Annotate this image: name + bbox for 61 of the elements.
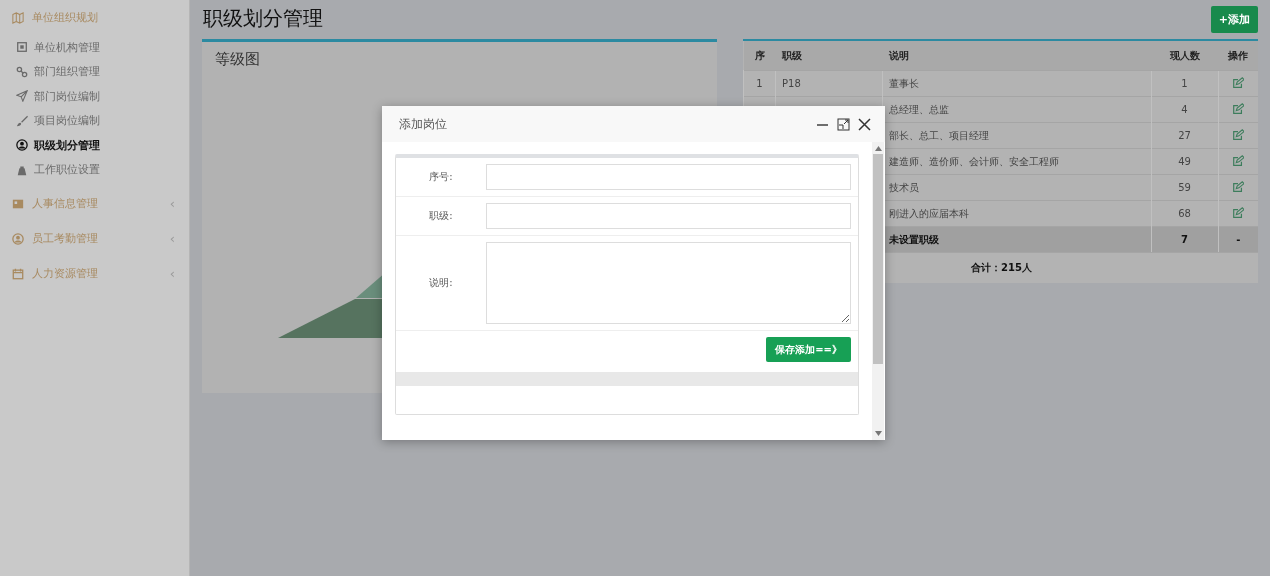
brush-icon xyxy=(16,114,28,127)
link-icon xyxy=(16,65,28,78)
sidebar-group[interactable]: 人事信息管理 ‹ xyxy=(0,186,189,221)
user-circle-icon xyxy=(16,139,28,152)
sidebar-item[interactable]: 项目岗位编制 xyxy=(0,108,189,133)
maximize-icon[interactable] xyxy=(837,117,850,131)
column-header: 职级 xyxy=(775,41,883,71)
table-cell: 49 xyxy=(1151,148,1218,175)
scroll-down-icon[interactable] xyxy=(874,431,882,436)
table-cell: 4 xyxy=(1151,96,1218,123)
table-cell: 董事长 xyxy=(882,70,1151,97)
field-label: 说明: xyxy=(428,276,454,290)
table-cell: 27 xyxy=(1151,122,1218,149)
table-cell: 7 xyxy=(1151,226,1218,252)
input-field[interactable] xyxy=(486,164,851,190)
sidebar-item[interactable]: 部门组织管理 xyxy=(0,59,189,84)
text-area[interactable] xyxy=(486,242,851,324)
table-cell: 1 xyxy=(743,70,776,97)
table-cell: P18 xyxy=(775,70,883,97)
table-cell: - xyxy=(1218,226,1258,252)
chevron-icon: ‹ xyxy=(169,266,175,281)
column-header: 说明 xyxy=(882,41,1151,71)
scrollbar[interactable] xyxy=(872,142,884,440)
total-count: 合计：215人 xyxy=(971,261,1032,275)
edit-icon[interactable] xyxy=(1232,102,1245,115)
panel-title: 等级图 xyxy=(215,50,260,69)
chevron-icon: ‹ xyxy=(169,231,175,246)
table-cell: 1 xyxy=(1151,70,1218,97)
field-label: 职级: xyxy=(428,209,454,223)
scroll-up-icon[interactable] xyxy=(874,146,882,151)
sidebar-group[interactable]: 人力资源管理 ‹ xyxy=(0,256,189,291)
map-icon xyxy=(12,11,24,24)
sidebar-item[interactable]: 职级划分管理 xyxy=(0,133,189,158)
edit-icon[interactable] xyxy=(1232,206,1245,219)
edit-icon[interactable] xyxy=(1232,180,1245,193)
add-button[interactable]: +添加 xyxy=(1210,5,1258,33)
card-icon xyxy=(12,197,24,210)
field-label: 序号: xyxy=(428,170,454,184)
plane-icon xyxy=(16,90,28,103)
frame-icon xyxy=(16,41,28,54)
edit-icon[interactable] xyxy=(1232,76,1245,89)
column-header: 操作 xyxy=(1218,41,1258,71)
input-field[interactable] xyxy=(486,203,851,229)
close-icon[interactable] xyxy=(858,117,871,131)
dialog-title: 添加岗位 xyxy=(399,115,448,133)
sidebar-item[interactable]: 单位机构管理 xyxy=(0,35,189,60)
calendar-icon xyxy=(12,267,24,280)
sidebar-group[interactable]: 单位组织规划 xyxy=(0,0,189,35)
table-cell: 未设置职级 xyxy=(882,226,1151,252)
sidebar-group[interactable]: 员工考勤管理 ‹ xyxy=(0,221,189,256)
edit-icon[interactable] xyxy=(1232,128,1245,141)
save-button[interactable]: 保存添加==》 xyxy=(766,337,851,362)
chevron-icon: ‹ xyxy=(169,196,175,211)
column-header: 序 xyxy=(743,41,776,71)
user-circle-icon xyxy=(12,232,24,245)
sidebar-item[interactable]: 工作职位设置 xyxy=(0,157,189,182)
edit-icon[interactable] xyxy=(1232,154,1245,167)
page-title: 职级划分管理 xyxy=(203,4,323,32)
sidebar-item[interactable]: 部门岗位编制 xyxy=(0,84,189,109)
column-header: 现人数 xyxy=(1151,41,1218,71)
table-cell: 59 xyxy=(1151,174,1218,201)
